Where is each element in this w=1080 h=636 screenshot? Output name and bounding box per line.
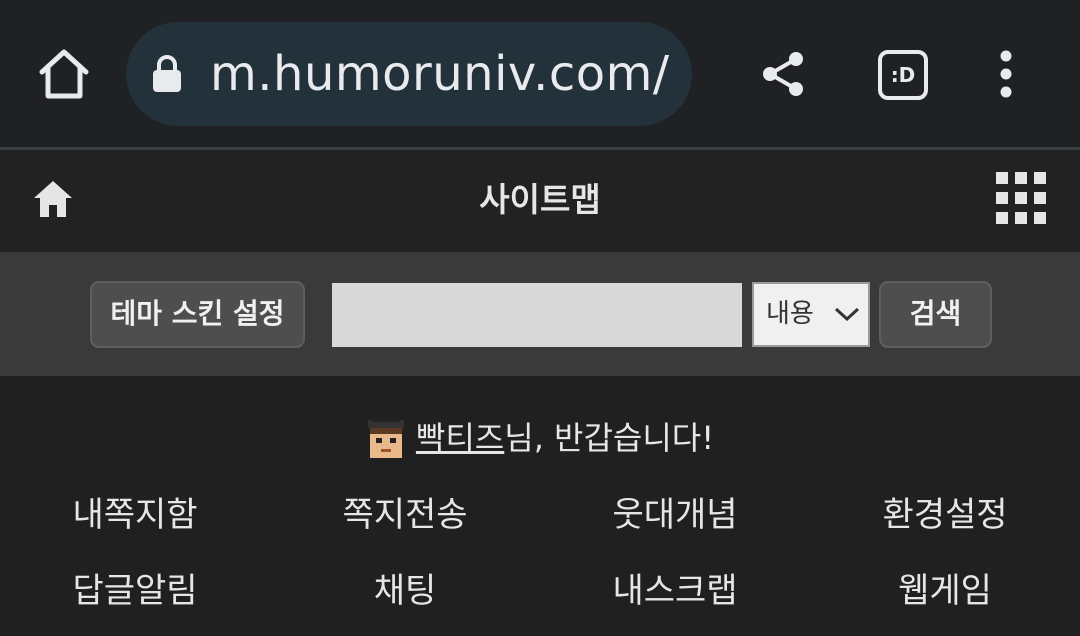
avatar — [367, 416, 404, 458]
search-bar: 테마 스킨 설정 내용 검색 — [0, 252, 1080, 376]
grid-menu-icon[interactable] — [996, 172, 1048, 226]
link-settings[interactable]: 환경설정 — [810, 490, 1080, 540]
browser-home-icon[interactable] — [36, 48, 92, 102]
tab-switcher-button[interactable]: :D — [878, 50, 928, 100]
browser-toolbar: m.humoruniv.com/ :D — [0, 0, 1080, 147]
url-text: m.humoruniv.com/ — [210, 46, 670, 102]
search-input[interactable] — [332, 283, 742, 347]
link-web-games[interactable]: 웹게임 — [810, 566, 1080, 616]
link-my-scraps[interactable]: 내스크랩 — [540, 566, 810, 616]
lock-icon — [152, 54, 182, 94]
address-bar[interactable]: m.humoruniv.com/ — [126, 22, 692, 126]
link-my-messages[interactable]: 내쪽지함 — [0, 490, 270, 540]
link-send-message[interactable]: 쪽지전송 — [270, 490, 540, 540]
chevron-down-icon — [834, 307, 860, 322]
search-type-select[interactable]: 내용 — [752, 282, 870, 347]
username-link[interactable]: 빡티즈 — [416, 419, 504, 457]
site-home-icon[interactable] — [32, 178, 74, 220]
page-title: 사이트맵 — [479, 180, 601, 219]
theme-skin-button[interactable]: 테마 스킨 설정 — [90, 281, 305, 348]
link-chat[interactable]: 채팅 — [270, 566, 540, 616]
link-humor-concept[interactable]: 웃대개념 — [540, 490, 810, 540]
search-type-label: 내용 — [766, 299, 814, 329]
link-reply-alerts[interactable]: 답글알림 — [0, 566, 270, 616]
welcome-suffix: 님, 반갑습니다! — [504, 419, 715, 457]
more-menu-icon[interactable] — [996, 50, 1016, 100]
search-button[interactable]: 검색 — [879, 281, 992, 348]
site-header: 사이트맵 — [0, 150, 1080, 252]
share-icon[interactable] — [760, 50, 808, 98]
welcome-message: 빡티즈님, 반갑습니다! — [0, 410, 1080, 466]
